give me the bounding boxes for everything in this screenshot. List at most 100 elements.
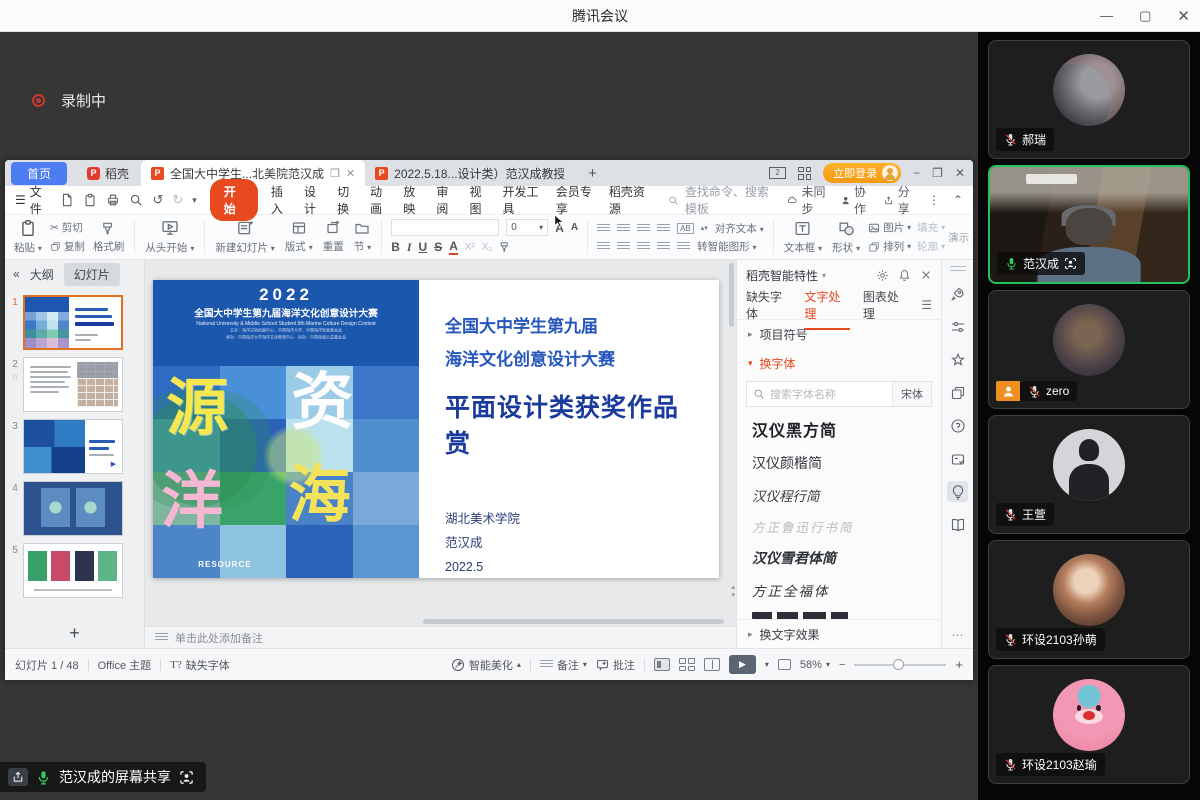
reading-book-icon[interactable] xyxy=(950,517,966,533)
wps-minimize-button[interactable]: − xyxy=(913,166,920,180)
zoom-level[interactable]: 58% ▾ xyxy=(800,659,830,671)
new-tab-button[interactable]: + xyxy=(588,165,597,182)
star-effects-icon[interactable] xyxy=(950,352,966,368)
participant-tile-active-speaker[interactable]: 范汉成 xyxy=(988,165,1190,284)
indent-increase-icon[interactable] xyxy=(657,224,670,233)
share-button[interactable]: 分享 xyxy=(884,183,915,217)
superscript-button[interactable]: X² xyxy=(465,242,475,253)
collaborate-button[interactable]: 协作 xyxy=(841,183,872,217)
print-icon[interactable] xyxy=(106,193,120,207)
tab-docer[interactable]: P 稻壳 xyxy=(75,165,141,182)
participant-tile[interactable]: 环设2103孙萌 xyxy=(988,540,1190,659)
slide-thumbnail-4[interactable]: 4 xyxy=(7,481,141,536)
tab-close-icon[interactable]: ✕ xyxy=(346,167,355,180)
theme-name[interactable]: Office 主题 xyxy=(98,657,152,673)
slide-thumbnail-3[interactable]: 3 ▶ xyxy=(7,419,141,474)
indent-decrease-icon[interactable] xyxy=(637,224,650,233)
shapes-button[interactable]: 形状 ▾ xyxy=(827,220,865,255)
format-painter-button[interactable]: 格式刷 xyxy=(88,221,130,254)
menu-member[interactable]: 会员专享 xyxy=(556,183,596,217)
distribute-icon[interactable] xyxy=(677,242,690,251)
menu-review[interactable]: 审阅 xyxy=(436,183,456,217)
font-name-box[interactable] xyxy=(391,219,499,236)
export-icon[interactable] xyxy=(83,193,97,207)
change-font-section-header[interactable]: ▾ 换字体 xyxy=(737,349,941,378)
new-slide-button[interactable]: 新建幻灯片 ▾ xyxy=(210,219,279,255)
pane-tab-missing-fonts[interactable]: 缺失字体 xyxy=(746,288,791,322)
font-filter-dropdown[interactable]: 宋体 xyxy=(892,382,931,406)
textbox-button[interactable]: 文本框 ▾ xyxy=(779,220,827,255)
help-icon[interactable] xyxy=(950,418,966,434)
editor-vertical-scrollbar[interactable] xyxy=(729,263,734,327)
tab-pin-icon[interactable]: ❐ xyxy=(330,167,340,180)
justify-icon[interactable] xyxy=(657,242,670,251)
zoom-slider-thumb[interactable] xyxy=(893,659,904,670)
menu-file[interactable]: ☰ 文件 xyxy=(15,183,47,217)
picture-button[interactable]: 图片 ▾ xyxy=(868,220,911,235)
bullet-list-icon[interactable] xyxy=(597,224,610,233)
comments-toggle[interactable]: 批注 xyxy=(596,657,635,673)
highlight-icon[interactable] xyxy=(499,241,511,253)
fill-button[interactable]: 填充 ▾ xyxy=(917,220,945,235)
font-search-box[interactable]: 搜索字体名称 宋体 xyxy=(746,381,932,407)
save-icon[interactable] xyxy=(60,193,74,207)
slideshow-play-button[interactable]: ▶ xyxy=(729,655,756,674)
sync-status[interactable]: 未同步 xyxy=(787,183,827,217)
zoom-out-button[interactable]: − xyxy=(839,659,845,671)
command-search[interactable]: 查找命令、搜索模板 xyxy=(668,183,774,217)
font-item[interactable]: 方正鲁迅行书简 xyxy=(752,517,926,536)
italic-button[interactable]: I xyxy=(407,240,412,255)
more-caret-icon[interactable]: ▾ xyxy=(192,195,197,206)
strike-button[interactable]: S xyxy=(434,240,442,254)
slide-canvas[interactable]: 源 资 洋 海 RESOURCE 2022 全国大中学生第九届海洋文化创意设计大… xyxy=(153,280,719,578)
wps-close-button[interactable]: ✕ xyxy=(955,166,965,180)
font-item[interactable]: 汉仪黑方简 xyxy=(752,417,926,441)
align-text-button[interactable]: 对齐文本 ▾ xyxy=(715,221,764,236)
pane-tab-text[interactable]: 文字处理 xyxy=(804,288,849,322)
font-item[interactable]: 汉仪程行简 xyxy=(752,485,926,505)
tab-home[interactable]: 首页 xyxy=(11,162,67,185)
prev-next-slide-buttons[interactable]: ▴▾ xyxy=(731,584,735,600)
cut-button[interactable]: ✂剪切 xyxy=(50,220,85,235)
menu-slideshow[interactable]: 放映 xyxy=(403,183,423,217)
menu-devtools[interactable]: 开发工具 xyxy=(503,183,543,217)
editor-horizontal-scrollbar[interactable] xyxy=(423,619,724,624)
participant-tile[interactable]: zero xyxy=(988,290,1190,409)
wps-restore-button[interactable]: ❐ xyxy=(932,166,943,180)
close-pane-icon[interactable] xyxy=(920,269,932,281)
window-minimize-button[interactable]: — xyxy=(1100,8,1113,23)
copy-button[interactable]: 复制 xyxy=(50,239,85,254)
layers-icon[interactable] xyxy=(950,385,966,401)
to-smartart-button[interactable]: 转智能图形 ▾ xyxy=(697,239,756,254)
notes-bar[interactable]: 单击此处添加备注 xyxy=(145,626,736,648)
section-button[interactable]: 节 ▾ xyxy=(349,220,376,254)
subscript-button[interactable]: X₂ xyxy=(482,242,493,253)
menu-transition[interactable]: 切换 xyxy=(337,183,357,217)
outline-button[interactable]: 轮廓 ▾ xyxy=(917,239,945,254)
slide-thumbnail-2[interactable]: 2☆ xyxy=(7,357,141,412)
font-color-button[interactable]: A xyxy=(449,239,458,255)
decrease-font-icon[interactable]: A xyxy=(571,222,578,233)
slide-editor[interactable]: 源 资 洋 海 RESOURCE 2022 全国大中学生第九届海洋文化创意设计大… xyxy=(145,260,736,626)
pane-tab-charts[interactable]: 图表处理 xyxy=(863,288,908,322)
font-item[interactable]: 方正全福体 xyxy=(752,580,926,600)
participant-tile[interactable]: 郝瑞 xyxy=(988,40,1190,159)
tab-outline[interactable]: 大纲 xyxy=(30,266,54,283)
pane-tab-more-icon[interactable]: ☰ xyxy=(921,298,932,312)
font-size-box[interactable]: 0▾ xyxy=(506,219,548,236)
menu-insert[interactable]: 插入 xyxy=(271,183,291,217)
reset-button[interactable]: 重置 xyxy=(318,220,349,254)
text-effect-section-header[interactable]: ▸ 换文字效果 xyxy=(737,619,941,648)
notes-toggle[interactable]: 备注 ▾ xyxy=(540,657,587,673)
gear-icon[interactable] xyxy=(876,269,889,282)
sliders-icon[interactable] xyxy=(950,319,966,335)
login-button[interactable]: 立即登录 xyxy=(823,163,901,183)
paste-button[interactable]: 粘贴 ▾ xyxy=(9,219,47,255)
align-center-icon[interactable] xyxy=(617,242,630,251)
bell-icon[interactable] xyxy=(898,269,911,282)
number-list-icon[interactable] xyxy=(617,224,630,233)
menu-animation[interactable]: 动画 xyxy=(370,183,390,217)
menu-docer-res[interactable]: 稻壳资源 xyxy=(609,183,649,217)
underline-button[interactable]: U xyxy=(419,240,428,254)
redo-icon[interactable]: ↻ xyxy=(172,192,183,208)
